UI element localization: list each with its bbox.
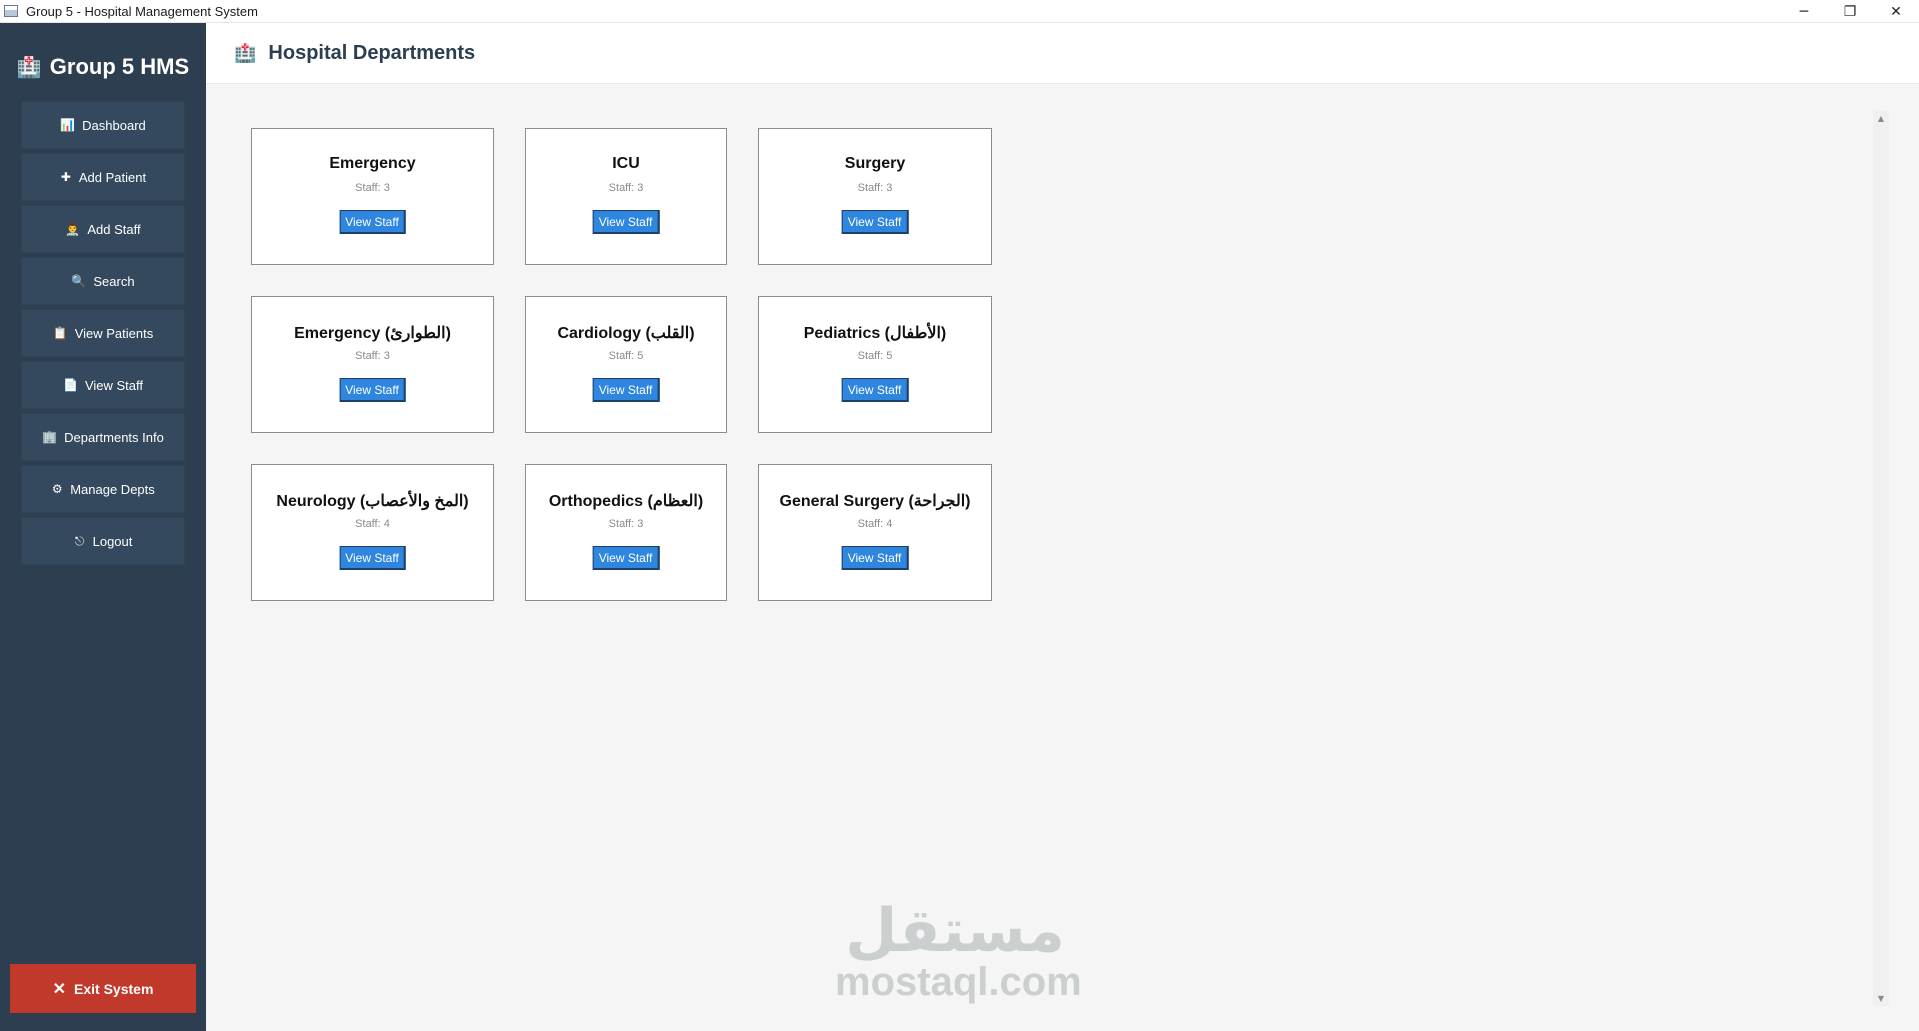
view-staff-button[interactable]: View Staff xyxy=(339,210,406,234)
view-staff-button[interactable]: View Staff xyxy=(841,546,909,570)
sidebar-item-label: View Patients xyxy=(74,325,154,341)
search-icon: 🔍 xyxy=(71,274,87,288)
staff-count: Staff: 3 xyxy=(608,518,644,530)
window-titlebar: Group 5 - Hospital Management System ─ ❐… xyxy=(0,0,1919,23)
page-title: Hospital Departments xyxy=(268,41,476,64)
list-icon: 📄 xyxy=(62,378,78,392)
hospital-icon: 🏥 xyxy=(234,42,257,64)
exit-system-button[interactable]: ✕ Exit System xyxy=(10,964,196,1013)
vertical-scrollbar[interactable]: ▲ ▼ xyxy=(1873,110,1889,1006)
staff-count: Staff: 4 xyxy=(355,518,390,530)
app-icon xyxy=(4,5,18,17)
sidebar-item-add-staff[interactable]: 👨‍⚕️ Add Staff xyxy=(21,205,185,253)
watermark-latin: mostaql.com xyxy=(835,960,1082,1004)
sidebar-item-label: Search xyxy=(93,273,135,289)
view-staff-button[interactable]: View Staff xyxy=(592,210,660,234)
window-title: Group 5 - Hospital Management System xyxy=(26,3,258,19)
sidebar-item-label: View Staff xyxy=(84,377,143,393)
view-staff-button[interactable]: View Staff xyxy=(841,378,909,402)
staff-count: Staff: 3 xyxy=(355,350,390,362)
scroll-down-arrow-icon[interactable]: ▼ xyxy=(1873,990,1889,1006)
sidebar-nav: 📊 Dashboard ✚ Add Patient 👨‍⚕️ Add Staff… xyxy=(21,101,185,569)
restore-button[interactable]: ❐ xyxy=(1827,0,1873,23)
close-button[interactable]: ✕ xyxy=(1873,0,1919,23)
sidebar: 🏥 Group 5 HMS 📊 Dashboard ✚ Add Patient … xyxy=(0,23,206,1031)
view-staff-button[interactable]: View Staff xyxy=(339,546,406,570)
staff-count: Staff: 5 xyxy=(608,350,644,362)
staff-icon: 👨‍⚕️ xyxy=(65,222,81,236)
sidebar-item-dashboard[interactable]: 📊 Dashboard xyxy=(21,101,185,149)
hospital-icon: 🏥 xyxy=(16,56,42,79)
departments-panel: Emergency Staff: 3 View Staff ICU Staff:… xyxy=(206,84,1919,1031)
department-card: Emergency (الطوارئ) Staff: 3 View Staff xyxy=(251,296,494,433)
department-card: ICU Staff: 3 View Staff xyxy=(525,128,727,265)
window-controls: ─ ❐ ✕ xyxy=(1781,0,1919,23)
staff-count: Staff: 5 xyxy=(857,350,893,362)
clipboard-icon: 📋 xyxy=(52,326,68,340)
department-name: Pediatrics (الأطفال) xyxy=(803,325,947,342)
department-card: General Surgery (الجراحة) Staff: 4 View … xyxy=(758,464,992,601)
sidebar-item-label: Departments Info xyxy=(64,429,164,445)
sidebar-item-label: Add Staff xyxy=(87,221,141,237)
department-name: Orthopedics (العظام) xyxy=(548,493,704,510)
sidebar-item-label: Dashboard xyxy=(82,117,146,133)
staff-count: Staff: 4 xyxy=(857,518,893,530)
sidebar-item-search[interactable]: 🔍 Search xyxy=(21,257,185,305)
department-card: Orthopedics (العظام) Staff: 3 View Staff xyxy=(525,464,727,601)
view-staff-button[interactable]: View Staff xyxy=(339,378,406,402)
department-name: Cardiology (القلب) xyxy=(557,325,695,342)
department-name: General Surgery (الجراحة) xyxy=(779,493,971,510)
department-card: Neurology (المخ والأعصاب) Staff: 4 View … xyxy=(251,464,494,601)
sidebar-item-label: Manage Depts xyxy=(70,481,155,497)
sidebar-item-logout[interactable]: ⎋ Logout xyxy=(21,517,185,565)
department-card: Emergency Staff: 3 View Staff xyxy=(251,128,494,265)
department-card: Cardiology (القلب) Staff: 5 View Staff xyxy=(525,296,727,433)
sidebar-item-departments-info[interactable]: 🏢 Departments Info xyxy=(21,413,185,461)
department-card: Surgery Staff: 3 View Staff xyxy=(758,128,992,265)
logout-icon: ⎋ xyxy=(74,533,85,548)
close-icon: ✕ xyxy=(52,980,67,998)
sidebar-item-label: Add Patient xyxy=(78,169,147,185)
staff-count: Staff: 3 xyxy=(857,182,893,194)
staff-count: Staff: 3 xyxy=(355,182,390,194)
view-staff-button[interactable]: View Staff xyxy=(841,210,909,234)
minimize-button[interactable]: ─ xyxy=(1781,0,1827,23)
building-icon: 🏢 xyxy=(42,430,58,444)
sidebar-item-label: Logout xyxy=(92,533,133,549)
watermark-arabic: مستقل xyxy=(845,896,1065,966)
department-name: Neurology (المخ والأعصاب) xyxy=(276,493,469,510)
plus-icon: ✚ xyxy=(60,170,71,184)
department-card: Pediatrics (الأطفال) Staff: 5 View Staff xyxy=(758,296,992,433)
exit-system-label: Exit System xyxy=(74,980,154,997)
sidebar-item-view-patients[interactable]: 📋 View Patients xyxy=(21,309,185,357)
page-header: 🏥 Hospital Departments xyxy=(206,23,1919,84)
sidebar-item-manage-depts[interactable]: ⚙ Manage Depts xyxy=(21,465,185,513)
sidebar-item-add-patient[interactable]: ✚ Add Patient xyxy=(21,153,185,201)
view-staff-button[interactable]: View Staff xyxy=(592,378,660,402)
department-name: ICU xyxy=(612,155,640,172)
view-staff-button[interactable]: View Staff xyxy=(592,546,660,570)
department-name: Surgery xyxy=(844,155,906,172)
brand-label: Group 5 HMS xyxy=(49,54,190,79)
department-name: Emergency (الطوارئ) xyxy=(294,325,451,342)
sidebar-item-view-staff[interactable]: 📄 View Staff xyxy=(21,361,185,409)
gear-icon: ⚙ xyxy=(51,482,63,496)
watermark: مستقل mostaql.com xyxy=(835,896,1082,1010)
department-name: Emergency xyxy=(329,155,416,172)
scroll-up-arrow-icon[interactable]: ▲ xyxy=(1873,110,1889,126)
brand: 🏥 Group 5 HMS xyxy=(0,49,206,85)
staff-count: Staff: 3 xyxy=(608,182,644,194)
chart-icon: 📊 xyxy=(60,118,76,132)
